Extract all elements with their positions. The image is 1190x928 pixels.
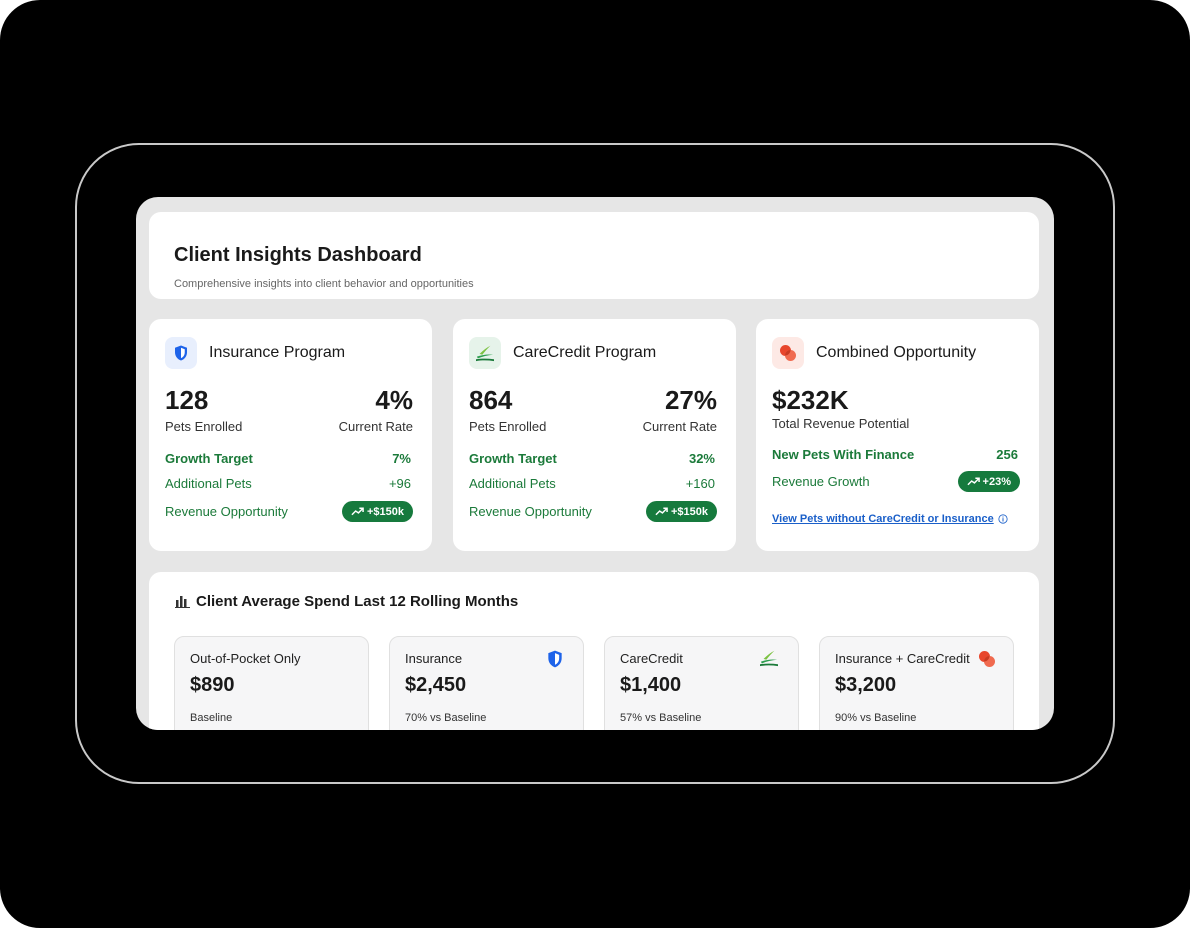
- page-subtitle: Comprehensive insights into client behav…: [174, 278, 474, 290]
- spend-label: CareCredit: [620, 651, 683, 666]
- spend-card-carecredit: CareCredit $1,400 57% vs Baseline: [604, 636, 799, 730]
- page-title: Client Insights Dashboard: [174, 244, 422, 266]
- additional-pets-label: Additional Pets: [469, 476, 556, 491]
- total-revenue-value: $232K: [772, 385, 849, 415]
- trend-up-icon: [966, 477, 980, 486]
- spend-value: $3,200: [835, 674, 897, 696]
- growth-target-value: 7%: [392, 451, 411, 466]
- spend-label: Insurance: [405, 651, 463, 666]
- shield-icon: [545, 649, 565, 674]
- pets-enrolled-label: Pets Enrolled: [165, 419, 243, 434]
- spend-note: 90% vs Baseline: [835, 712, 917, 724]
- growth-target-label: Growth Target: [469, 451, 557, 466]
- carecredit-logo-icon: [758, 649, 780, 672]
- additional-pets-label: Additional Pets: [165, 476, 252, 491]
- pets-enrolled-value: 128: [165, 385, 209, 415]
- revenue-growth-label: Revenue Growth: [772, 474, 870, 489]
- program-title: Combined Opportunity: [816, 344, 977, 361]
- current-rate-label: Current Rate: [338, 419, 413, 434]
- bar-chart-icon: [175, 596, 190, 608]
- spend-note: 70% vs Baseline: [405, 712, 487, 724]
- overlapping-circles-icon: [977, 649, 997, 674]
- average-spend-section: Client Average Spend Last 12 Rolling Mon…: [149, 572, 1039, 730]
- view-pets-link-text: View Pets without CareCredit or Insuranc…: [772, 513, 994, 525]
- combined-opportunity-card: Combined Opportunity $232K Total Revenue…: [756, 319, 1039, 551]
- insurance-program-card: Insurance Program 128 4% Pets Enrolled C…: [149, 319, 432, 551]
- dashboard-screen: Client Insights Dashboard Comprehensive …: [136, 197, 1054, 730]
- carecredit-logo-icon: [469, 337, 501, 369]
- section-title-text: Client Average Spend Last 12 Rolling Mon…: [196, 593, 519, 610]
- revenue-opportunity-value: +$150k: [670, 505, 708, 518]
- spend-note: 57% vs Baseline: [620, 712, 702, 724]
- revenue-opportunity-label: Revenue Opportunity: [469, 504, 592, 519]
- overlapping-circles-icon: [772, 337, 804, 369]
- additional-pets-value: +160: [685, 476, 715, 491]
- revenue-opportunity-label: Revenue Opportunity: [165, 504, 288, 519]
- info-icon[interactable]: [998, 514, 1008, 524]
- new-pets-label: New Pets With Finance: [772, 447, 915, 462]
- dashboard-header: Client Insights Dashboard Comprehensive …: [149, 212, 1039, 299]
- program-title: CareCredit Program: [513, 344, 657, 361]
- carecredit-program-card: CareCredit Program 864 27% Pets Enrolled…: [453, 319, 736, 551]
- current-rate-value: 4%: [375, 385, 413, 415]
- spend-card-insurance-carecredit: Insurance + CareCredit $3,200 90% vs Bas…: [819, 636, 1014, 730]
- program-title: Insurance Program: [209, 344, 346, 361]
- spend-value: $1,400: [620, 674, 682, 696]
- section-title: Client Average Spend Last 12 Rolling Mon…: [175, 593, 518, 610]
- new-pets-value: 256: [996, 447, 1018, 462]
- current-rate-label: Current Rate: [642, 419, 717, 434]
- spend-label: Insurance + CareCredit: [835, 651, 970, 666]
- revenue-growth-value: +23%: [982, 475, 1011, 488]
- spend-value: $890: [190, 674, 235, 696]
- view-pets-link[interactable]: View Pets without CareCredit or Insuranc…: [772, 513, 1008, 525]
- device-frame: Client Insights Dashboard Comprehensive …: [0, 0, 1190, 928]
- trend-up-icon: [351, 507, 364, 516]
- total-revenue-label: Total Revenue Potential: [772, 416, 910, 431]
- spend-label: Out-of-Pocket Only: [190, 651, 301, 666]
- growth-target-value: 32%: [688, 451, 715, 466]
- additional-pets-value: +96: [388, 476, 411, 491]
- shield-icon: [165, 337, 197, 369]
- revenue-growth-badge: +23%: [957, 471, 1020, 492]
- revenue-opportunity-badge: +$150k: [341, 501, 413, 522]
- trend-up-icon: [655, 507, 668, 516]
- spend-card-insurance: Insurance $2,450 70% vs Baseline: [389, 636, 584, 730]
- current-rate-value: 27%: [664, 385, 717, 415]
- growth-target-label: Growth Target: [165, 451, 253, 466]
- spend-value: $2,450: [405, 674, 467, 696]
- pets-enrolled-value: 864: [469, 385, 513, 415]
- pets-enrolled-label: Pets Enrolled: [469, 419, 547, 434]
- spend-card-out-of-pocket: Out-of-Pocket Only $890 Baseline: [174, 636, 369, 730]
- revenue-opportunity-value: +$150k: [366, 505, 404, 518]
- spend-note: Baseline: [190, 712, 233, 724]
- revenue-opportunity-badge: +$150k: [645, 501, 717, 522]
